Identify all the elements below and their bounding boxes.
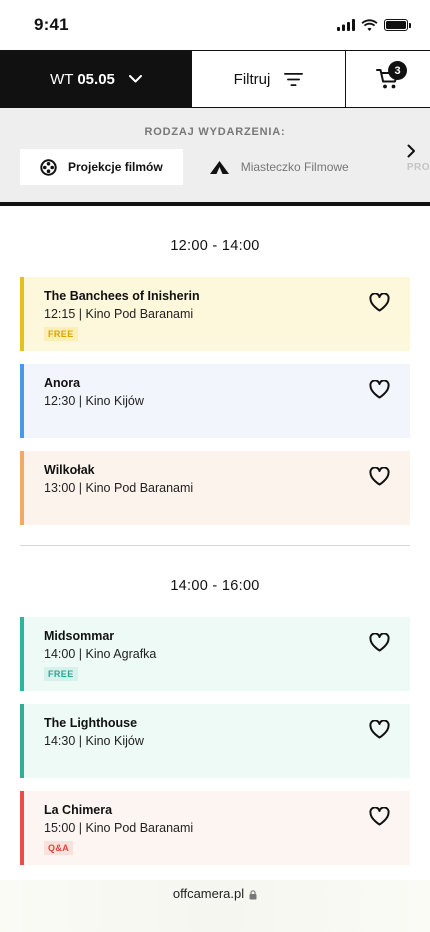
heart-icon[interactable] [369,293,390,312]
chip-film-screenings[interactable]: Projekcje filmów [20,149,183,185]
status-bar: 9:41 [0,0,430,50]
wifi-icon [361,19,378,31]
event-card[interactable]: Anora 12:30 | Kino Kijów [20,364,410,438]
event-type-chips: Projekcje filmów Miasteczko Filmowe [0,149,430,185]
url-text: offcamera.pl [172,886,245,901]
cart-button[interactable]: 3 [346,51,430,107]
chip-film-village[interactable]: Miasteczko Filmowe [183,149,369,185]
event-meta: 14:00 | Kino Agrafka [44,647,157,661]
event-title: The Banchees of Inisherin [44,289,200,303]
filter-icon [284,72,304,86]
event-type-heading: RODZAJ WYDARZENIA: [144,126,286,138]
film-reel-icon [40,158,57,176]
browser-url-bar[interactable]: offcamera.pl [0,880,430,932]
schedule-list: 12:00 - 14:00 The Banchees of Inisherin … [0,206,430,865]
event-venue: Kino Kijów [85,734,144,748]
event-title: Anora [44,376,81,390]
event-meta: 13:00 | Kino Pod Baranami [44,481,194,495]
battery-icon [384,19,411,31]
tent-icon [209,160,229,174]
event-meta: 14:30 | Kino Kijów [44,734,144,748]
heart-icon[interactable] [369,467,390,486]
event-card[interactable]: La Chimera 15:00 | Kino Pod Baranami Q&A [20,791,410,865]
event-card[interactable]: The Lighthouse 14:30 | Kino Kijów [20,704,410,778]
filter-button[interactable]: Filtruj [192,51,346,107]
chip-partial-label: PRO [406,162,430,173]
event-card[interactable]: The Banchees of Inisherin 12:15 | Kino P… [20,277,410,351]
event-meta: 12:15 | Kino Pod Baranami [44,307,194,321]
event-time: 14:30 [44,734,76,748]
top-nav: WT 05.05 Filtruj 3 [0,50,430,108]
event-tag: FREE [44,667,78,681]
event-time: 14:00 [44,647,76,661]
heart-icon[interactable] [369,720,390,739]
event-tag: FREE [44,327,78,341]
event-title: Midsommar [44,629,115,643]
event-venue: Kino Pod Baranami [85,481,194,495]
heart-icon[interactable] [369,633,390,652]
chip-label: Projekcje filmów [68,160,163,174]
status-icons [337,19,411,31]
cart-count-badge: 3 [388,61,407,80]
event-venue: Kino Agrafka [85,647,157,661]
event-type-section: RODZAJ WYDARZENIA: Projekcje filmów Mias… [0,108,430,206]
date-value: 05.05 [77,70,115,88]
chip-label: Miasteczko Filmowe [240,160,349,174]
event-time: 12:15 [44,307,76,321]
event-title: The Lighthouse [44,716,138,730]
date-day: WT [50,70,74,88]
event-meta: 15:00 | Kino Pod Baranami [44,821,194,835]
event-meta: 12:30 | Kino Kijów [44,394,144,408]
date-selector-button[interactable]: WT 05.05 [0,51,192,107]
time-block: 12:00 - 14:00 The Banchees of Inisherin … [20,206,410,546]
heart-icon[interactable] [369,380,390,399]
filter-label: Filtruj [233,70,271,88]
event-title: La Chimera [44,803,113,817]
chevron-down-icon [128,75,142,83]
time-block: 14:00 - 16:00 Midsommar 14:00 | Kino Agr… [20,546,410,865]
event-venue: Kino Pod Baranami [85,821,194,835]
event-card[interactable]: Wilkołak 13:00 | Kino Pod Baranami [20,451,410,525]
event-time: 13:00 [44,481,76,495]
time-range-heading: 14:00 - 16:00 [170,578,260,594]
event-tag: Q&A [44,841,74,855]
event-venue: Kino Kijów [85,394,144,408]
heart-icon[interactable] [369,807,390,826]
event-time: 12:30 [44,394,76,408]
cellular-signal-icon [337,19,355,31]
event-venue: Kino Pod Baranami [85,307,194,321]
event-card[interactable]: Midsommar 14:00 | Kino Agrafka FREE [20,617,410,691]
status-time: 9:41 [34,15,69,34]
lock-icon [249,890,257,900]
time-range-heading: 12:00 - 14:00 [170,238,260,254]
chevron-right-icon[interactable] [407,144,416,158]
event-time: 15:00 [44,821,76,835]
event-title: Wilkołak [44,463,95,477]
